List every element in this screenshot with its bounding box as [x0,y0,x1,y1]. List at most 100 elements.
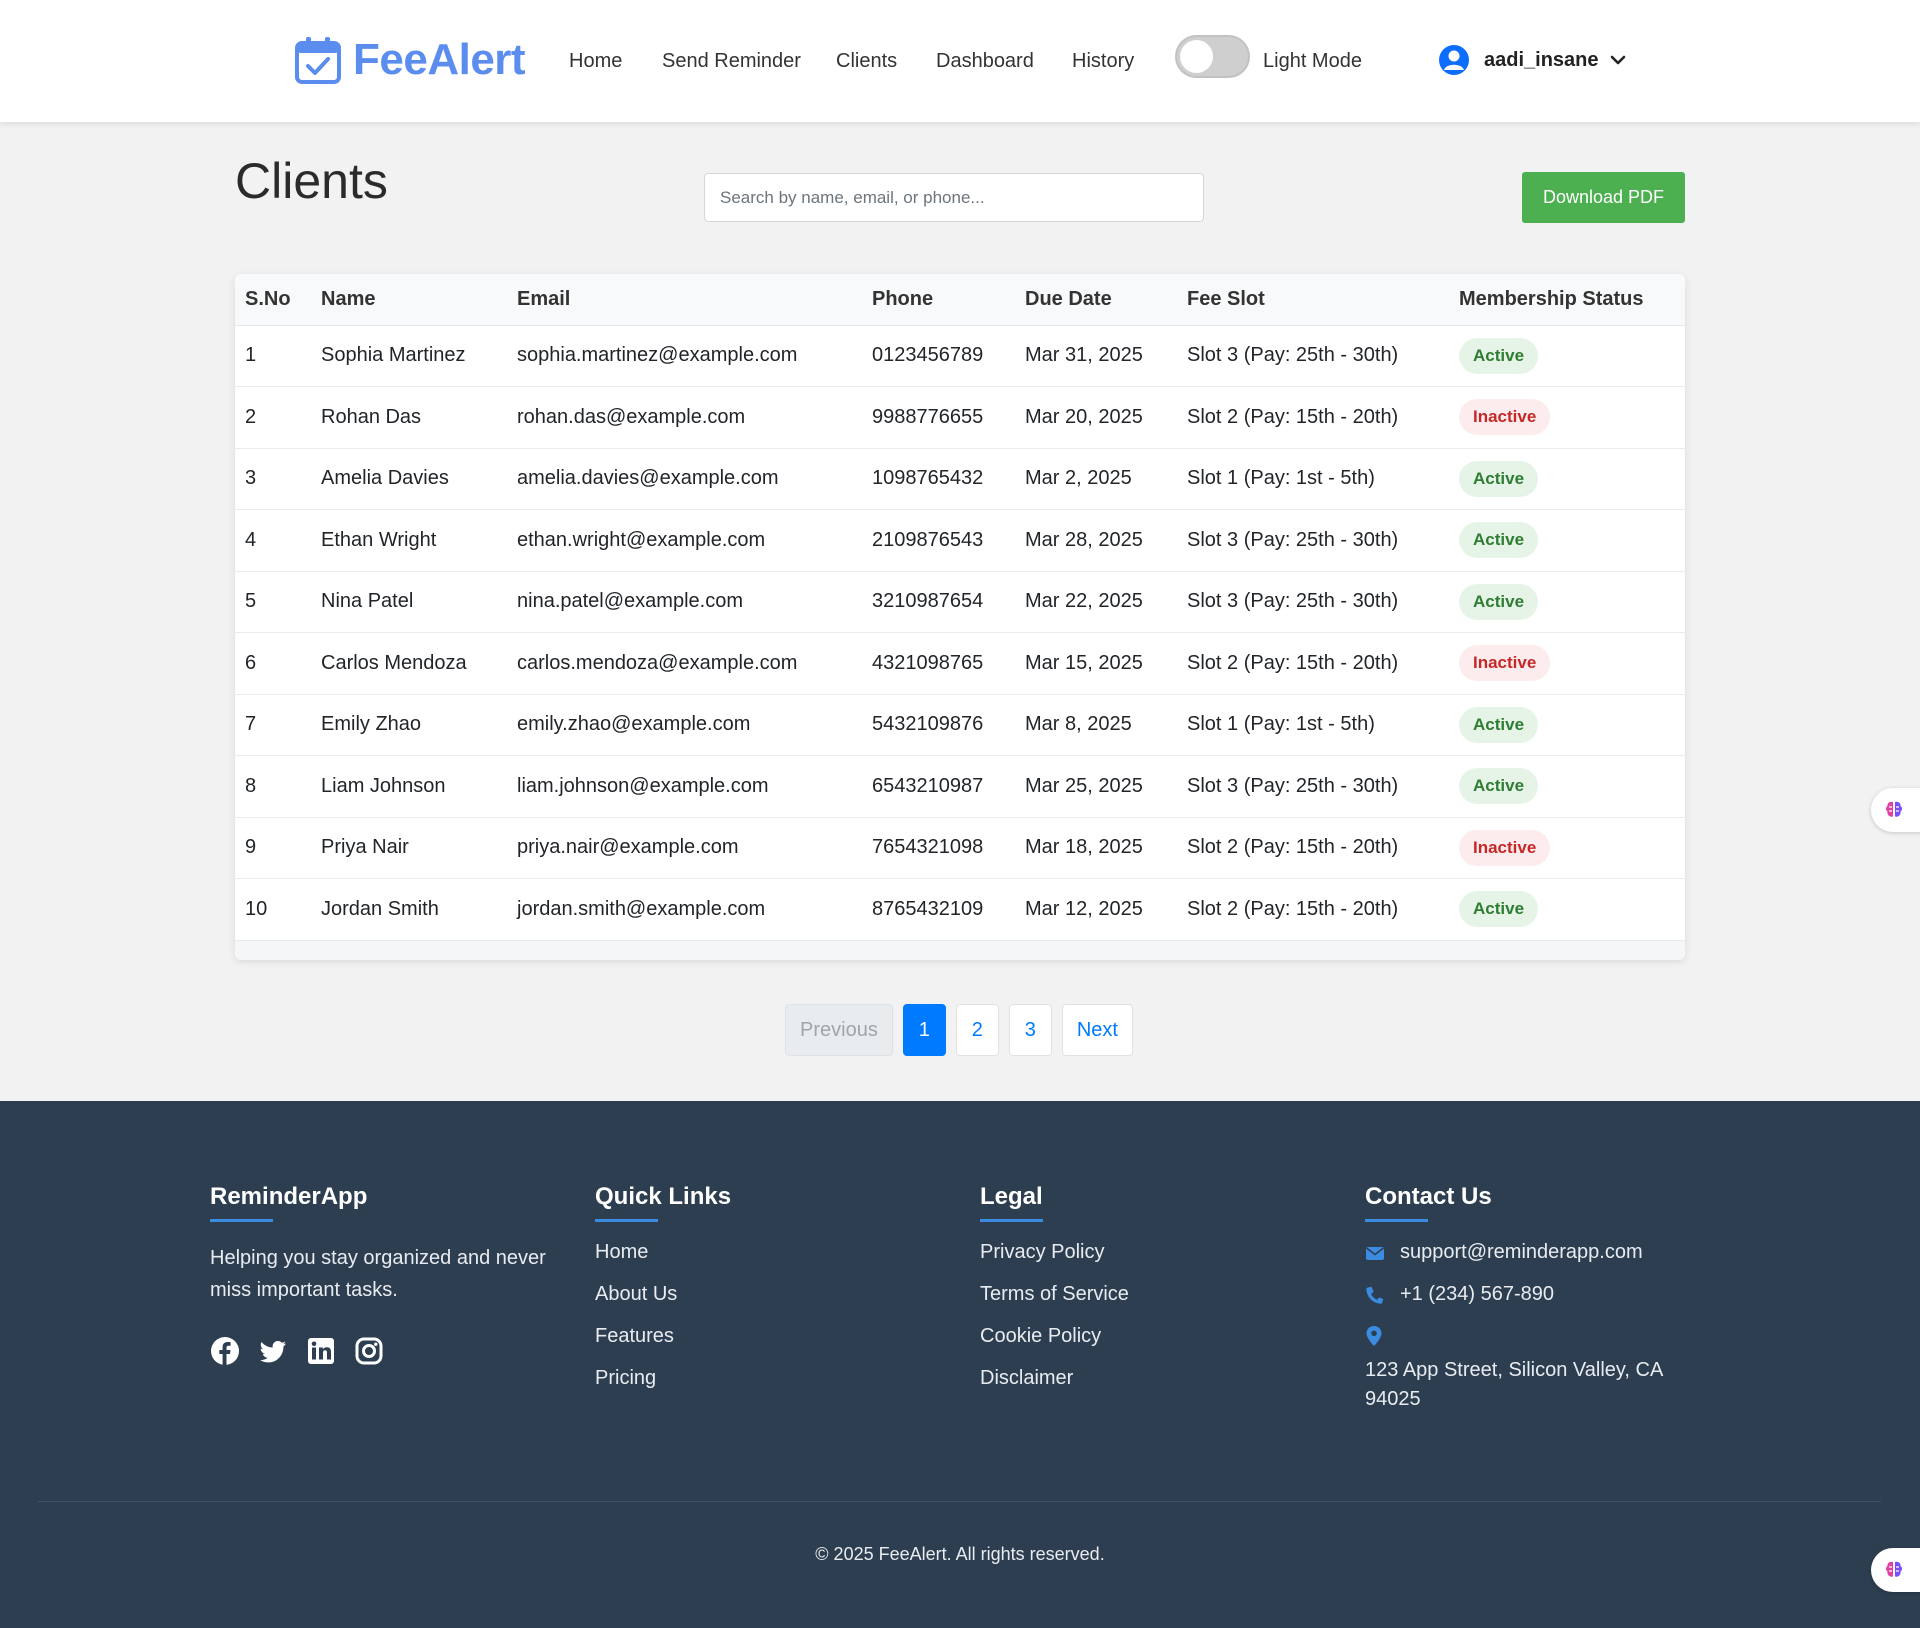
status-badge: Active [1459,891,1539,928]
column-header-sno[interactable]: S.No [235,274,311,326]
footer-contact-heading: Contact Us [1365,1183,1492,1210]
theme-toggle[interactable] [1175,35,1250,78]
footer-link-features[interactable]: Features [595,1325,731,1348]
phone-icon [1366,1286,1384,1304]
table-body: 1 Sophia Martinez sophia.martinez@exampl… [235,325,1685,941]
cell-status: Active [1449,571,1685,633]
cell-name: Amelia Davies [311,448,507,510]
cell-name: Jordan Smith [311,878,507,941]
footer-contact: Contact Us support@reminderapp.com +1 (2… [1365,1183,1675,1414]
cell-sno: 6 [235,632,311,695]
table-row[interactable]: 1 Sophia Martinez sophia.martinez@exampl… [235,325,1685,387]
cell-status: Active [1449,509,1685,572]
cell-sno: 1 [235,325,311,387]
column-header-email[interactable]: Email [507,274,862,326]
previous-page-button[interactable]: Previous [785,1004,893,1056]
cell-email: amelia.davies@example.com [507,448,862,510]
column-header-membership-status[interactable]: Membership Status [1449,274,1685,326]
cell-sno: 4 [235,509,311,572]
linkedin-icon[interactable] [306,1336,336,1366]
table-row[interactable]: 7 Emily Zhao emily.zhao@example.com 5432… [235,694,1685,756]
cell-fee-slot: Slot 2 (Pay: 15th - 20th) [1177,632,1449,695]
footer-quick-links-heading: Quick Links [595,1183,732,1210]
floating-assistant-button[interactable] [1871,788,1920,832]
table-row[interactable]: 2 Rohan Das rohan.das@example.com 998877… [235,386,1685,449]
cell-sno: 5 [235,571,311,633]
heading-underline [980,1219,1043,1222]
download-pdf-button[interactable]: Download PDF [1522,172,1685,223]
page-button-3[interactable]: 3 [1008,1004,1052,1056]
column-header-name[interactable]: Name [311,274,507,326]
twitter-icon[interactable] [258,1336,288,1366]
contact-email-text: support@reminderapp.com [1400,1241,1643,1263]
brand-logo[interactable]: FeeAlert [293,34,526,86]
cell-fee-slot: Slot 3 (Pay: 25th - 30th) [1177,755,1449,818]
chevron-down-icon [1610,55,1625,65]
cell-sno: 8 [235,755,311,818]
next-page-button[interactable]: Next [1061,1004,1133,1056]
footer-link-about-us[interactable]: About Us [595,1283,731,1306]
cell-phone: 1098765432 [862,448,1015,510]
page-button-1[interactable]: 1 [902,1004,946,1056]
nav-link-clients[interactable]: Clients [836,50,897,73]
status-badge: Active [1459,768,1539,805]
nav-link-home[interactable]: Home [569,50,622,73]
page-button-2[interactable]: 2 [955,1004,999,1056]
search-input[interactable] [704,173,1204,222]
status-badge: Active [1459,337,1539,374]
table-row[interactable]: 3 Amelia Davies amelia.davies@example.co… [235,448,1685,510]
footer-link-privacy-policy[interactable]: Privacy Policy [980,1241,1129,1264]
cell-status: Active [1449,694,1685,756]
table-row[interactable]: 4 Ethan Wright ethan.wright@example.com … [235,509,1685,572]
footer-link-terms-of-service[interactable]: Terms of Service [980,1283,1129,1306]
heading-underline [1365,1219,1428,1222]
status-badge: Active [1459,583,1539,620]
nav-link-send-reminder[interactable]: Send Reminder [662,50,801,73]
footer: ReminderApp Helping you stay organized a… [0,1101,1920,1628]
footer-quick-links: Quick Links Home About Us Features Prici… [595,1183,731,1390]
cell-sno: 7 [235,694,311,756]
column-header-due-date[interactable]: Due Date [1015,274,1177,326]
cell-name: Priya Nair [311,817,507,879]
status-badge: Active [1459,522,1539,559]
contact-email[interactable]: support@reminderapp.com [1365,1241,1675,1264]
table-row[interactable]: 5 Nina Patel nina.patel@example.com 3210… [235,571,1685,633]
table-row[interactable]: 10 Jordan Smith jordan.smith@example.com… [235,878,1685,941]
column-header-phone[interactable]: Phone [862,274,1015,326]
footer-about-heading: ReminderApp [210,1183,368,1210]
page-title: Clients [235,153,388,209]
table-row[interactable]: 9 Priya Nair priya.nair@example.com 7654… [235,817,1685,879]
footer-link-disclaimer[interactable]: Disclaimer [980,1367,1129,1390]
user-menu[interactable]: aadi_insane [1438,44,1627,76]
cell-status: Active [1449,878,1685,941]
table-row[interactable]: 8 Liam Johnson liam.johnson@example.com … [235,755,1685,818]
nav-link-dashboard[interactable]: Dashboard [936,50,1034,73]
cell-sno: 10 [235,878,311,941]
toggle-knob [1180,40,1213,73]
cell-status: Active [1449,448,1685,510]
nav-link-history[interactable]: History [1072,50,1134,73]
contact-phone-text: +1 (234) 567-890 [1400,1283,1555,1305]
username: aadi_insane [1484,48,1599,71]
column-header-fee-slot[interactable]: Fee Slot [1177,274,1449,326]
facebook-icon[interactable] [210,1336,240,1366]
table-row[interactable]: 6 Carlos Mendoza carlos.mendoza@example.… [235,632,1685,695]
instagram-icon[interactable] [354,1336,384,1366]
footer-link-pricing[interactable]: Pricing [595,1367,731,1390]
cell-due-date: Mar 18, 2025 [1015,817,1177,879]
pagination: Previous 1 2 3 Next [785,1004,1133,1056]
cell-status: Active [1449,325,1685,387]
calendar-check-icon [295,37,341,84]
cell-due-date: Mar 25, 2025 [1015,755,1177,818]
status-badge: Active [1459,460,1539,497]
footer-link-home[interactable]: Home [595,1241,731,1264]
floating-assistant-button-footer[interactable] [1871,1548,1920,1592]
contact-phone[interactable]: +1 (234) 567-890 [1365,1283,1675,1306]
user-circle-icon [1439,45,1469,75]
table-header-row: S.No Name Email Phone Due Date Fee Slot … [235,274,1685,326]
footer-link-cookie-policy[interactable]: Cookie Policy [980,1325,1129,1348]
theme-toggle-label: Light Mode [1263,50,1362,72]
cell-sno: 9 [235,817,311,879]
cell-fee-slot: Slot 3 (Pay: 25th - 30th) [1177,325,1449,387]
cell-fee-slot: Slot 1 (Pay: 1st - 5th) [1177,448,1449,510]
